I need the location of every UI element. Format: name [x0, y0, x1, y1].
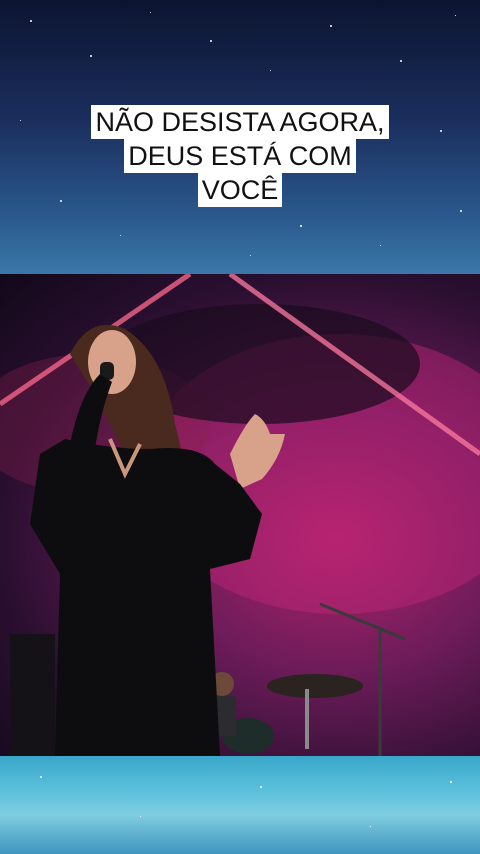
caption-line-3: VOCÊ [197, 173, 283, 207]
caption-line-1: NÃO DESISTA AGORA, [91, 105, 389, 139]
cymbal [267, 674, 363, 698]
caption-line-2: DEUS ESTÁ COM [124, 139, 356, 173]
concert-scene [0, 274, 480, 756]
star [330, 25, 332, 27]
star [300, 225, 302, 227]
star [460, 210, 462, 212]
star [90, 55, 92, 57]
star [40, 776, 42, 778]
star [210, 40, 212, 42]
star [30, 20, 32, 22]
sky-bottom [0, 756, 480, 854]
star [260, 786, 262, 788]
star [455, 15, 456, 16]
star [120, 235, 121, 236]
concert-photo [0, 274, 480, 756]
cymbal-stand [305, 689, 309, 749]
star [270, 70, 271, 71]
star [150, 12, 151, 13]
amplifier [10, 634, 55, 756]
star [250, 255, 251, 256]
star [450, 781, 452, 783]
star [140, 816, 141, 817]
star [400, 60, 402, 62]
caption: NÃO DESISTA AGORA, DEUS ESTÁ COM VOCÊ [0, 105, 480, 207]
star [370, 826, 371, 827]
star [380, 245, 381, 246]
